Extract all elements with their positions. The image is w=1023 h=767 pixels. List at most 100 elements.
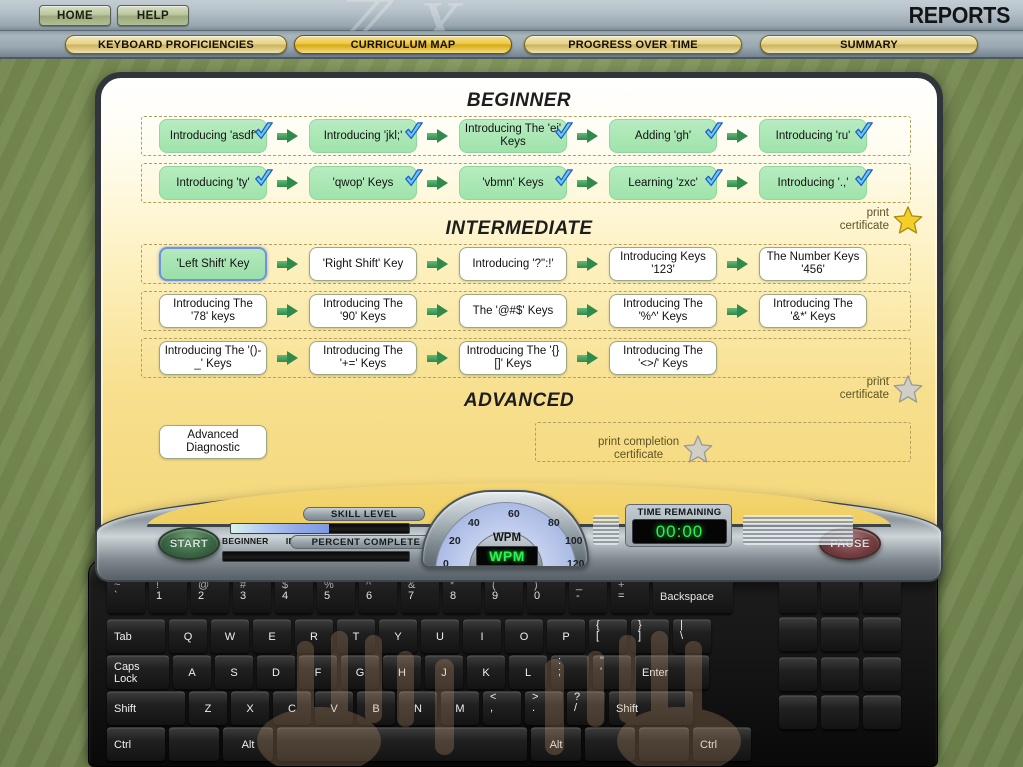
tab-progress-over-time[interactable]: PROGRESS OVER TIME: [524, 35, 742, 54]
key-ctrl-right[interactable]: Ctrl: [693, 727, 751, 761]
lesson-node[interactable]: Introducing The '78' keys: [159, 294, 267, 328]
key-0[interactable]: ) 0: [527, 579, 565, 613]
lesson-node[interactable]: 'vbmn' Keys: [459, 166, 567, 200]
key-3[interactable]: #3: [233, 579, 271, 613]
lesson-node[interactable]: Introducing The '%^' Keys: [609, 294, 717, 328]
key-bracket-left[interactable]: {[: [589, 619, 627, 653]
lesson-node[interactable]: Learning 'zxc': [609, 166, 717, 200]
lesson-node[interactable]: Introducing 'asdf': [159, 119, 267, 153]
key-alt-left[interactable]: Alt: [223, 727, 273, 761]
key-9[interactable]: (9: [485, 579, 523, 613]
key-shift-right[interactable]: Shift: [609, 691, 693, 725]
lesson-node[interactable]: Introducing The '<>/' Keys: [609, 341, 717, 375]
lesson-node[interactable]: Introducing 'ty': [159, 166, 267, 200]
lesson-node[interactable]: Introducing '.,': [759, 166, 867, 200]
lesson-node[interactable]: Introducing 'ru': [759, 119, 867, 153]
key-f[interactable]: F: [299, 655, 337, 689]
key-m[interactable]: M: [441, 691, 479, 725]
home-button[interactable]: HOME: [39, 5, 111, 26]
key-l[interactable]: L: [509, 655, 547, 689]
key-period[interactable]: >.: [525, 691, 563, 725]
key-b[interactable]: B: [357, 691, 395, 725]
key-o[interactable]: O: [505, 619, 543, 653]
lesson-node[interactable]: Introducing 'jkl;': [309, 119, 417, 153]
key-ctrl-left[interactable]: Ctrl: [107, 727, 165, 761]
lesson-node[interactable]: Introducing The '()-_' Keys: [159, 341, 267, 375]
key-6[interactable]: ^ 6: [359, 579, 397, 613]
key-8[interactable]: * 8: [443, 579, 481, 613]
key-h[interactable]: H: [383, 655, 421, 689]
key-nav-1[interactable]: [821, 579, 859, 613]
key-=[interactable]: + =: [611, 579, 649, 613]
key-enter[interactable]: Enter: [635, 655, 709, 689]
key-comma[interactable]: <,: [483, 691, 521, 725]
key-semicolon[interactable]: :;: [551, 655, 589, 689]
lesson-node[interactable]: Introducing The '{}[]' Keys: [459, 341, 567, 375]
tab-summary[interactable]: SUMMARY: [760, 35, 978, 54]
help-button[interactable]: HELP: [117, 5, 189, 26]
key-backslash[interactable]: | \: [673, 619, 711, 653]
key-nav-b-5[interactable]: [863, 695, 901, 729]
key-p[interactable]: P: [547, 619, 585, 653]
key-1[interactable]: ! 1: [149, 579, 187, 613]
key-nav-b-1[interactable]: [821, 657, 859, 691]
key-i[interactable]: I: [463, 619, 501, 653]
lesson-node[interactable]: 'Left Shift' Key: [159, 247, 267, 281]
lesson-node[interactable]: Introducing Keys '123': [609, 247, 717, 281]
lesson-node[interactable]: Advanced Diagnostic: [159, 425, 267, 459]
key-x[interactable]: X: [231, 691, 269, 725]
lesson-node[interactable]: Introducing The '90' Keys: [309, 294, 417, 328]
key-menu[interactable]: [639, 727, 689, 761]
lesson-node[interactable]: 'Right Shift' Key: [309, 247, 417, 281]
print-completion-certificate[interactable]: print completion certificate: [598, 434, 713, 464]
key-quote[interactable]: " ': [593, 655, 631, 689]
key-nav-b-3[interactable]: [779, 695, 817, 729]
key--[interactable]: _ -: [569, 579, 607, 613]
key-nav-4[interactable]: [821, 617, 859, 651]
key-nav-2[interactable]: [863, 579, 901, 613]
tab-curriculum-map[interactable]: CURRICULUM MAP: [294, 35, 512, 54]
lesson-node[interactable]: The Number Keys '456': [759, 247, 867, 281]
key-u[interactable]: U: [421, 619, 459, 653]
lesson-node[interactable]: Introducing The 'ei' Keys: [459, 119, 567, 153]
lesson-node[interactable]: The '@#$' Keys: [459, 294, 567, 328]
key-nav-b-2[interactable]: [863, 657, 901, 691]
key-7[interactable]: & 7: [401, 579, 439, 613]
print-certificate-beginner[interactable]: print certificate: [840, 205, 923, 235]
lesson-node[interactable]: 'qwop' Keys: [309, 166, 417, 200]
key-t[interactable]: T: [337, 619, 375, 653]
key-bracket-right[interactable]: }]: [631, 619, 669, 653]
key-shift-left[interactable]: Shift: [107, 691, 185, 725]
key-k[interactable]: K: [467, 655, 505, 689]
key-z[interactable]: Z: [189, 691, 227, 725]
key-nav-0[interactable]: [779, 579, 817, 613]
key-nav-5[interactable]: [863, 617, 901, 651]
lesson-node[interactable]: Introducing The '+=' Keys: [309, 341, 417, 375]
key-backspace[interactable]: Backspace: [653, 579, 733, 613]
key-q[interactable]: Q: [169, 619, 207, 653]
key-s[interactable]: S: [215, 655, 253, 689]
key-win-left[interactable]: [169, 727, 219, 761]
key-r[interactable]: R: [295, 619, 333, 653]
key-`[interactable]: ~ `: [107, 579, 145, 613]
tab-keyboard-proficiencies[interactable]: KEYBOARD PROFICIENCIES: [65, 35, 287, 54]
key-nav-3[interactable]: [779, 617, 817, 651]
lesson-node[interactable]: Introducing '?":!': [459, 247, 567, 281]
key-caps-lock[interactable]: Caps Lock: [107, 655, 169, 689]
key-g[interactable]: G: [341, 655, 379, 689]
key-e[interactable]: E: [253, 619, 291, 653]
key-tab[interactable]: Tab: [107, 619, 165, 653]
key-y[interactable]: Y: [379, 619, 417, 653]
key-alt-right[interactable]: Alt: [531, 727, 581, 761]
key-nav-b-0[interactable]: [779, 657, 817, 691]
key-space[interactable]: [277, 727, 527, 761]
key-c[interactable]: C: [273, 691, 311, 725]
key-d[interactable]: D: [257, 655, 295, 689]
start-button[interactable]: START: [158, 527, 220, 560]
key-n[interactable]: N: [399, 691, 437, 725]
key-win-right[interactable]: [585, 727, 635, 761]
key-a[interactable]: A: [173, 655, 211, 689]
lesson-node[interactable]: Introducing The '&*' Keys: [759, 294, 867, 328]
lesson-node[interactable]: Adding 'gh': [609, 119, 717, 153]
print-certificate-intermediate[interactable]: print certificate: [840, 374, 923, 404]
